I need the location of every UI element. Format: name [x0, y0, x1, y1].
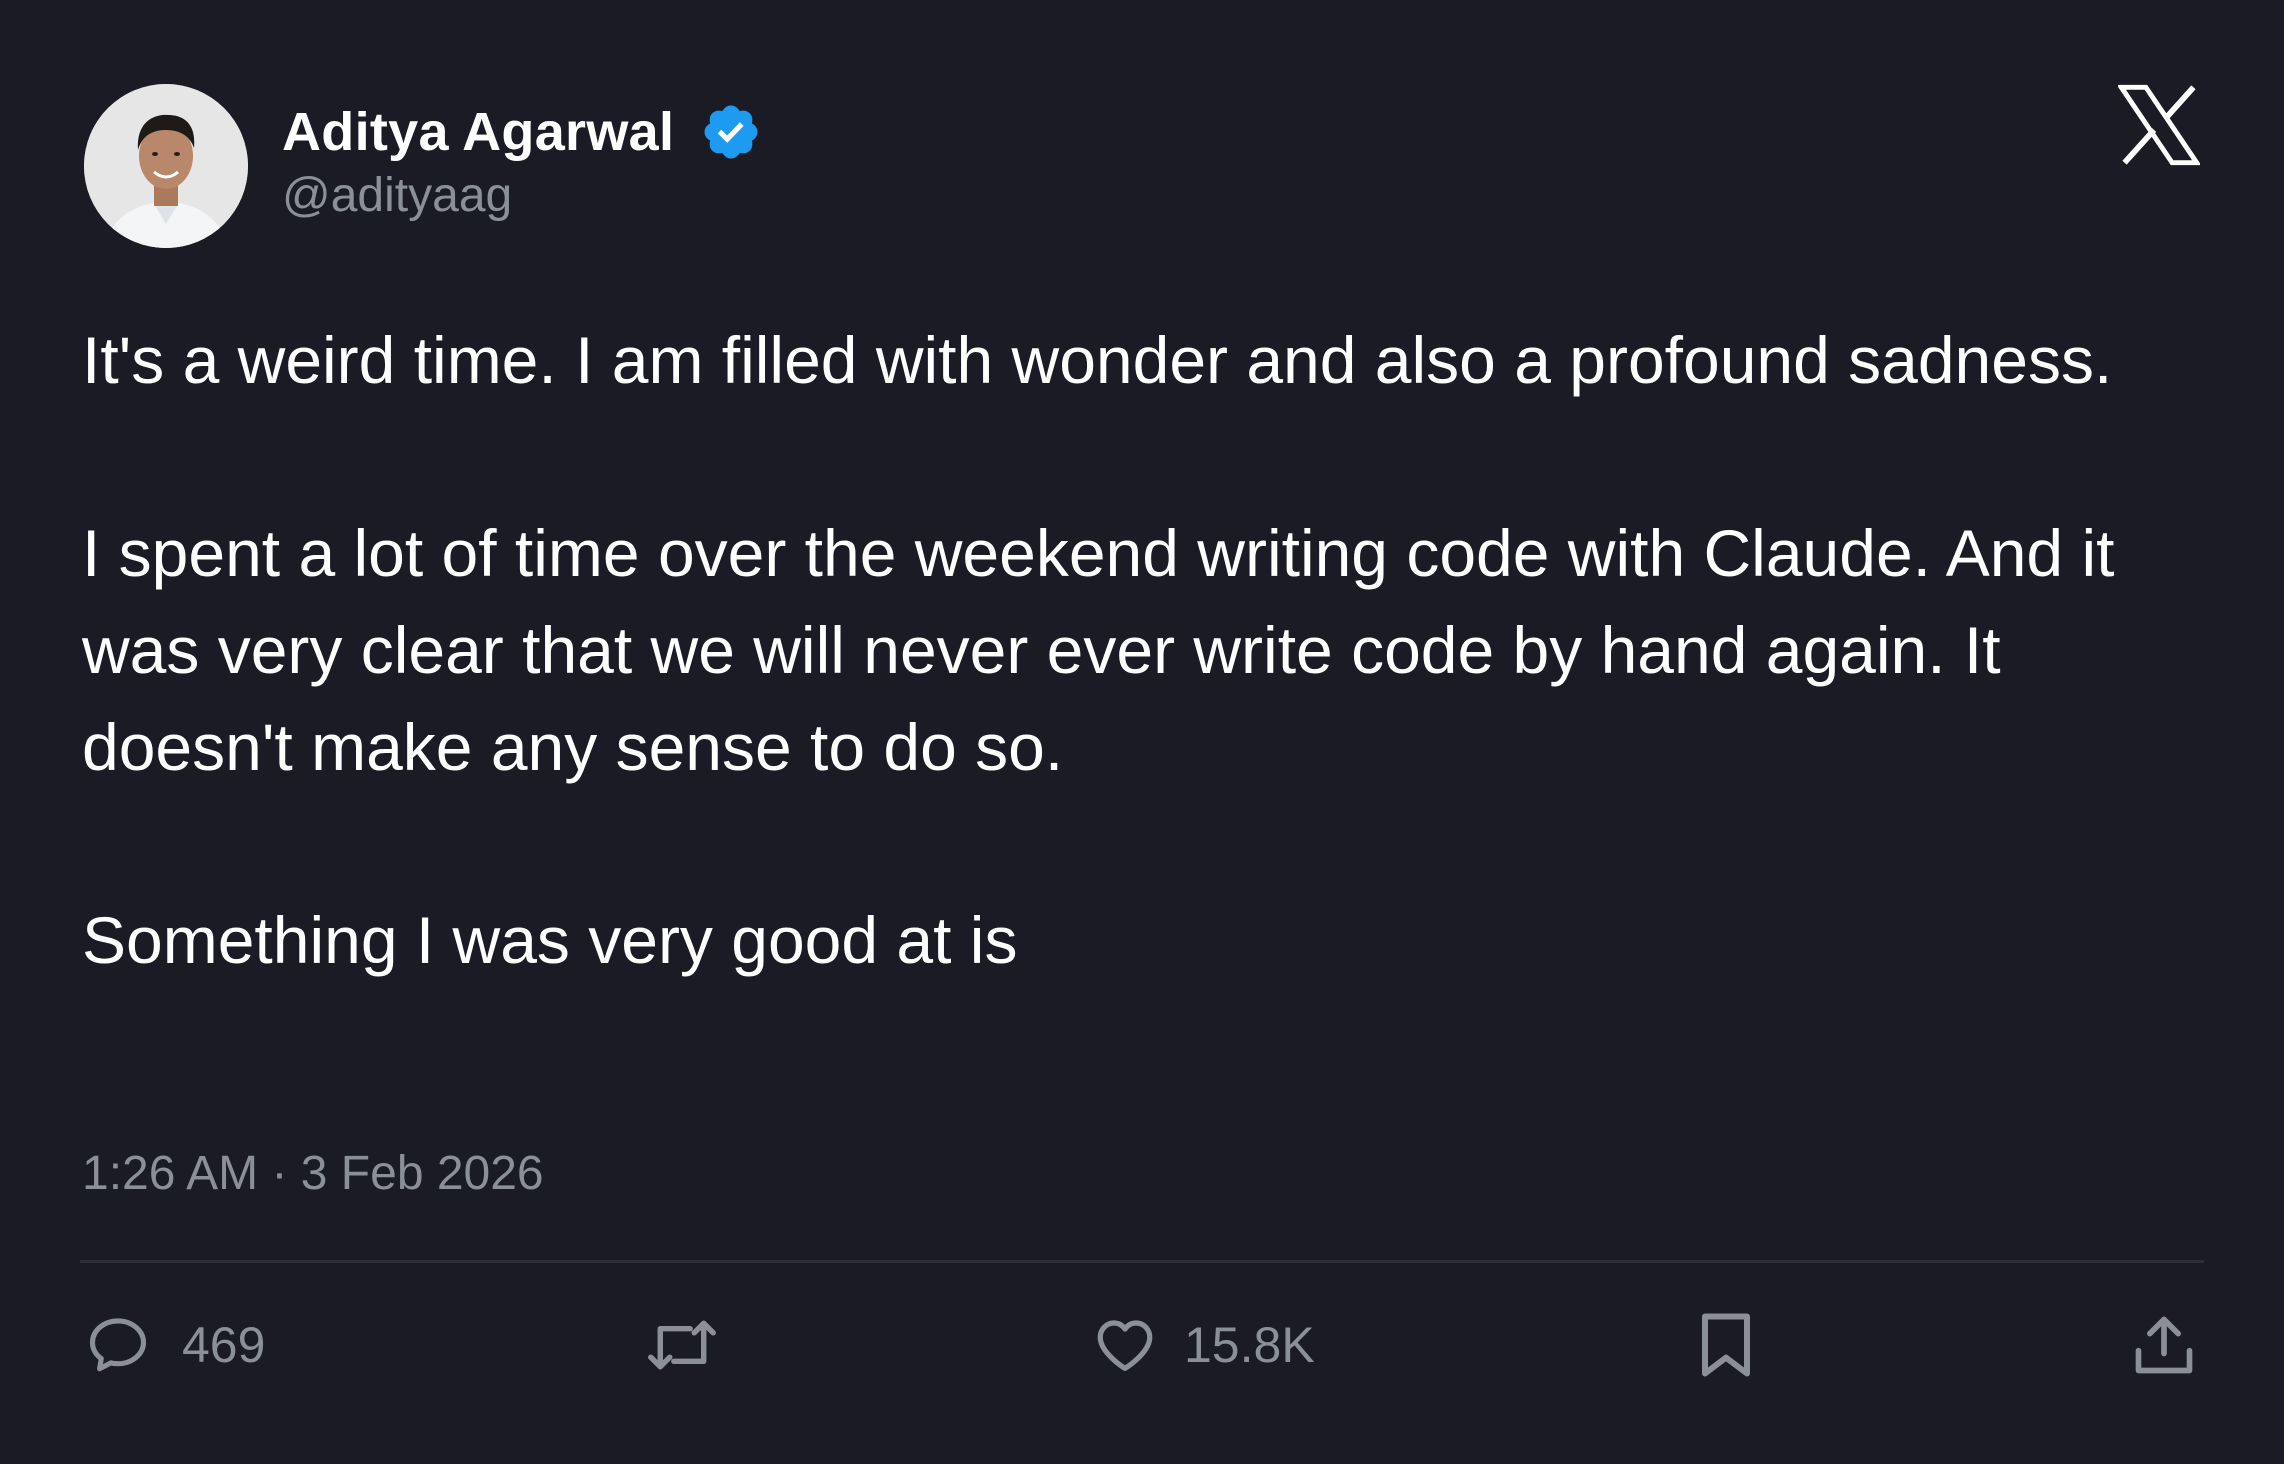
- bookmark-button[interactable]: [1696, 1300, 1756, 1390]
- tweet-paragraph: I spent a lot of time over the weekend w…: [82, 516, 2115, 784]
- action-bar: 469 15.8K: [0, 1300, 2284, 1390]
- tweet-card: Aditya Agarwal @adityaag It's a weird ti…: [0, 0, 2284, 1464]
- speech-bubble-icon: [84, 1311, 152, 1379]
- like-button[interactable]: 15.8K: [1092, 1300, 1315, 1390]
- tweet-body: It's a weird time. I am filled with wond…: [82, 312, 2222, 989]
- retweet-button[interactable]: [644, 1300, 720, 1390]
- author-handle[interactable]: @adityaag: [282, 168, 762, 223]
- divider: [80, 1260, 2204, 1263]
- author-block: Aditya Agarwal @adityaag: [282, 96, 762, 223]
- avatar[interactable]: [84, 84, 248, 248]
- author-name[interactable]: Aditya Agarwal: [282, 101, 674, 163]
- heart-icon: [1092, 1312, 1158, 1378]
- reply-button[interactable]: 469: [84, 1300, 265, 1390]
- share-button[interactable]: [2132, 1300, 2196, 1390]
- tweet-timestamp[interactable]: 1:26 AM · 3 Feb 2026: [82, 1146, 544, 1201]
- bookmark-icon: [1696, 1309, 1756, 1381]
- verified-badge-icon: [700, 101, 762, 163]
- retweet-icon: [644, 1311, 720, 1379]
- x-logo-icon[interactable]: [2116, 84, 2202, 166]
- tweet-paragraph: It's a weird time. I am filled with wond…: [82, 323, 2113, 397]
- tweet-paragraph: Something I was very good at is: [82, 903, 1018, 977]
- share-upload-icon: [2132, 1311, 2196, 1379]
- reply-count: 469: [182, 1317, 266, 1373]
- like-count: 15.8K: [1184, 1317, 1315, 1373]
